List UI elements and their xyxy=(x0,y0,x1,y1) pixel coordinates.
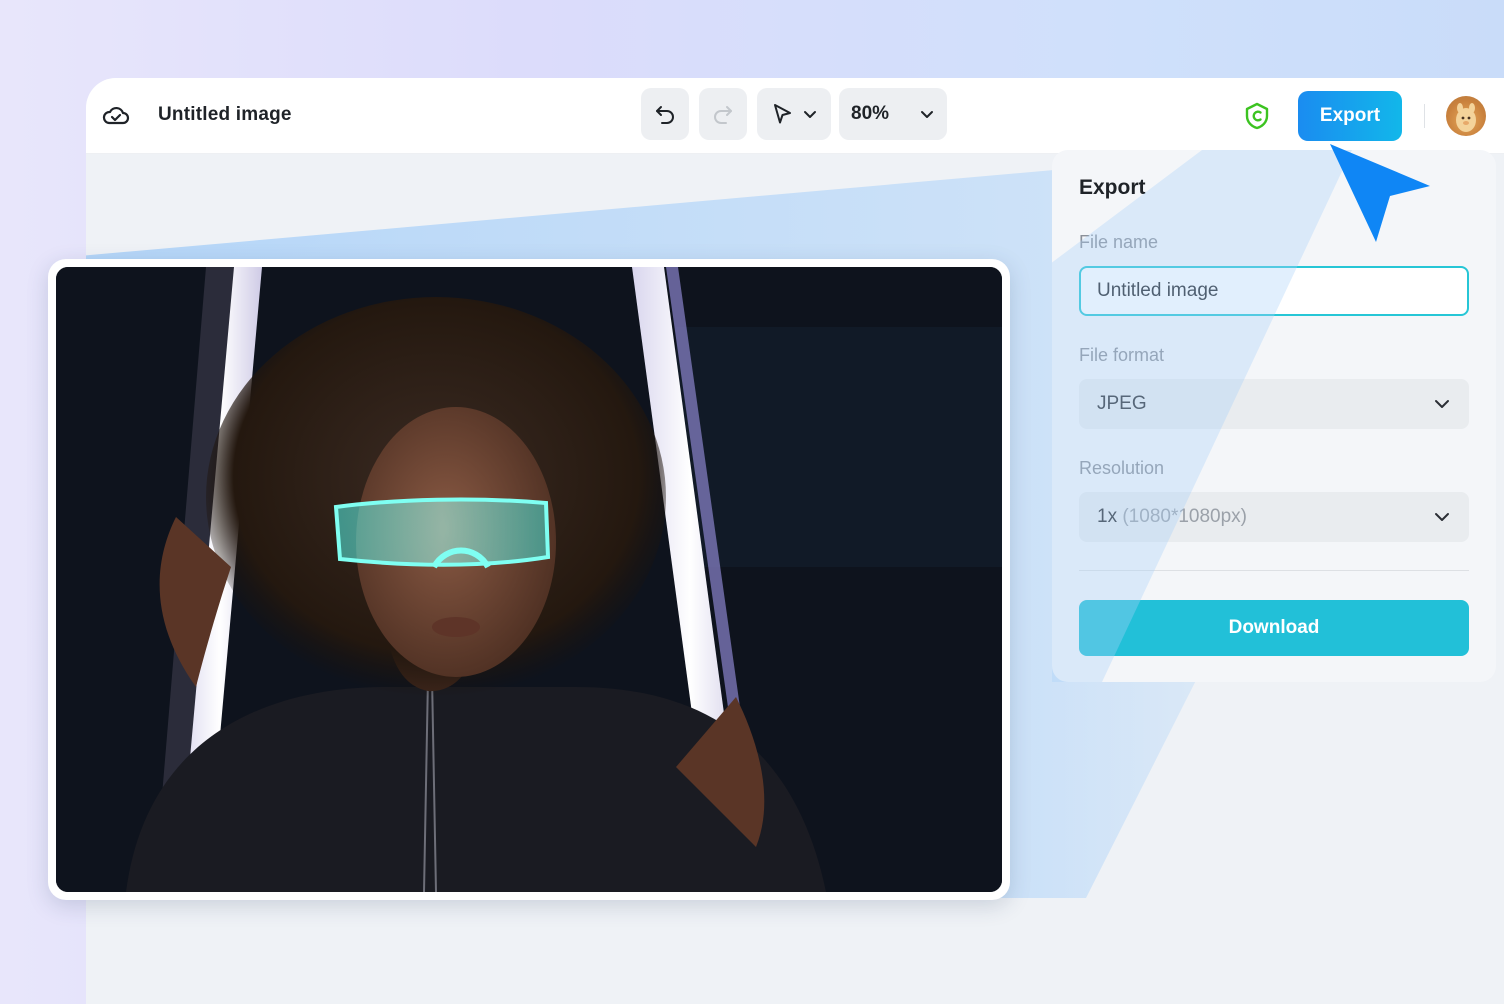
chevron-down-icon xyxy=(1435,400,1449,408)
file-format-select[interactable]: JPEG xyxy=(1079,379,1469,429)
chevron-down-icon xyxy=(921,111,933,118)
pointer-icon xyxy=(774,104,791,124)
resolution-detail: (1080*1080px) xyxy=(1122,506,1248,527)
canvas-image-card[interactable] xyxy=(48,259,1010,900)
canvas-image[interactable] xyxy=(56,267,1002,892)
cloud-check-icon[interactable] xyxy=(102,103,130,129)
file-format-label: File format xyxy=(1079,345,1165,365)
file-name-label: File name xyxy=(1079,232,1159,252)
undo-button[interactable] xyxy=(641,88,689,140)
avatar[interactable] xyxy=(1446,96,1486,136)
undo-icon xyxy=(656,106,674,124)
download-button[interactable]: Download xyxy=(1079,600,1469,656)
select-tool-dropdown[interactable] xyxy=(757,88,831,140)
resolution-label: Resolution xyxy=(1079,458,1165,478)
zoom-dropdown[interactable]: 80% xyxy=(839,88,947,140)
redo-button[interactable] xyxy=(699,88,747,140)
copyright-shield-icon[interactable] xyxy=(1244,102,1270,130)
export-panel-title: Export xyxy=(1079,176,1146,199)
top-toolbar: Untitled image 80% Export xyxy=(86,78,1504,154)
chevron-down-icon xyxy=(804,111,816,118)
document-title[interactable]: Untitled image xyxy=(158,104,292,126)
resolution-value: 1x (1080*1080px) xyxy=(1097,506,1247,528)
resolution-scale: 1x xyxy=(1097,506,1118,527)
resolution-select[interactable]: 1x (1080*1080px) xyxy=(1079,492,1469,542)
export-button[interactable]: Export xyxy=(1298,91,1402,141)
panel-divider xyxy=(1079,570,1469,571)
cursor-arrow-icon xyxy=(1330,144,1430,242)
chevron-down-icon xyxy=(1435,513,1449,521)
file-name-input[interactable] xyxy=(1079,266,1469,316)
file-format-value: JPEG xyxy=(1097,393,1147,414)
zoom-value: 80% xyxy=(851,103,890,124)
portrait-photo xyxy=(56,267,1002,892)
redo-icon xyxy=(714,106,732,124)
toolbar-divider xyxy=(1424,104,1425,128)
